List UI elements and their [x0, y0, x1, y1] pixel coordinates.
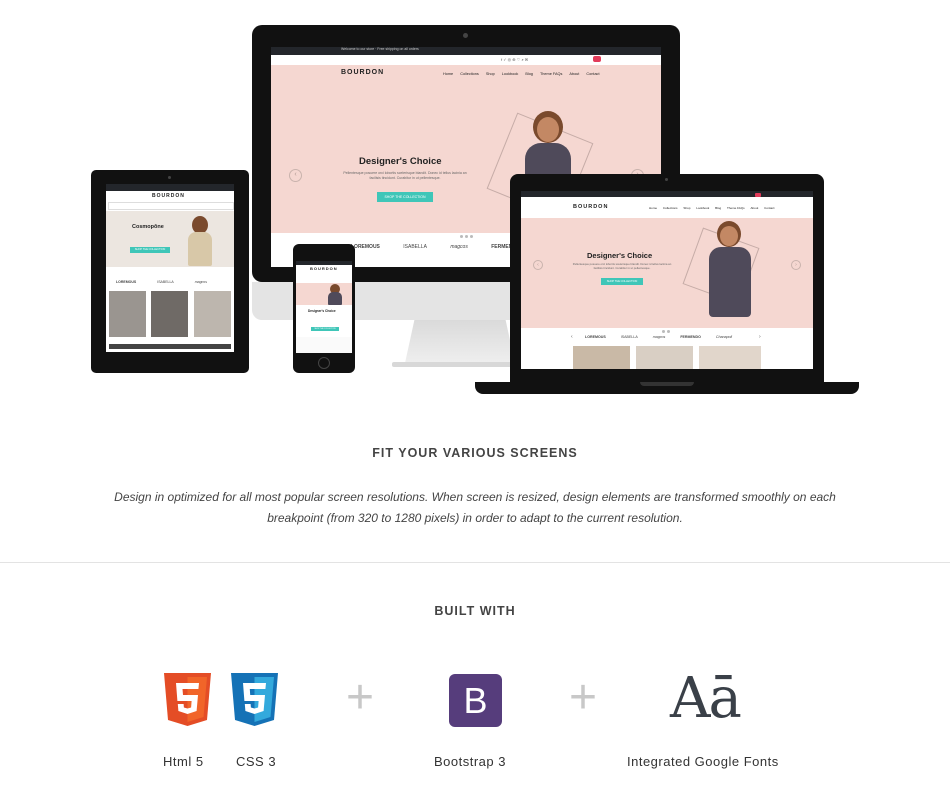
tablet-hero-title: Cosmopône — [132, 224, 164, 230]
tablet-screen: BOURDON Cosmopône SHOP THE COLLECTION LO… — [106, 184, 234, 352]
laptop-brand-next[interactable]: › — [759, 334, 761, 340]
phone-screen: BOURDON Designer's Choice SHOP THE COLLE… — [296, 261, 352, 353]
plus-icon: + — [346, 671, 375, 724]
brand-magcos: magcos — [450, 244, 468, 250]
laptop-nav: Home Collections Shop Lookbook Blog Them… — [649, 206, 775, 210]
bootstrap-label: Bootstrap 3 — [434, 754, 506, 769]
section-divider — [0, 562, 950, 563]
tablet-brand-strip: LOREMOUS ISABELLA magcos — [116, 280, 208, 284]
cart-icon — [593, 56, 601, 62]
nav-contact[interactable]: Contact — [586, 72, 599, 76]
laptop-screen: BOURDON Home Collections Shop Lookbook B… — [521, 191, 813, 369]
nav-blog[interactable]: Blog — [525, 72, 533, 76]
laptop-next-arrow[interactable]: › — [791, 260, 801, 270]
camera-dot — [463, 33, 468, 38]
laptop-hero — [521, 218, 813, 328]
fit-description: Design in optimized for all most popular… — [100, 487, 850, 528]
nav-home[interactable]: Home — [443, 72, 453, 76]
laptop-hero-button[interactable]: SHOP THE COLLECTION — [601, 278, 643, 285]
hero-title: Designer's Choice — [359, 156, 442, 167]
store-nav-desktop: Home Collections Shop Lookbook Blog Them… — [443, 72, 600, 76]
tablet-search-bar[interactable] — [108, 202, 234, 210]
laptop-product-row — [573, 346, 761, 369]
plus-icon-2: + — [569, 671, 598, 724]
fit-section-title: FIT YOUR VARIOUS SCREENS — [372, 446, 578, 460]
google-fonts-icon: Aā — [670, 666, 742, 731]
tablet-device: BOURDON Cosmopône SHOP THE COLLECTION LO… — [91, 170, 249, 373]
desktop-stand — [404, 320, 516, 364]
slider-dots — [459, 225, 474, 243]
google-fonts-label: Integrated Google Fonts — [627, 754, 779, 769]
tablet-logo: BOURDON — [152, 193, 185, 199]
tablet-product-grid — [109, 291, 231, 339]
laptop-prev-arrow[interactable]: ‹ — [533, 260, 543, 270]
laptop-camera — [665, 178, 668, 181]
tablet-hero-button[interactable]: SHOP THE COLLECTION — [130, 247, 170, 253]
html5-icon — [164, 673, 211, 726]
social-row: f ✓ ◎ ⊕ ♡ ⌕ ✉ — [501, 57, 529, 62]
phone-logo: BOURDON — [310, 266, 338, 271]
laptop-lid: BOURDON Home Collections Shop Lookbook B… — [510, 174, 824, 382]
laptop-hero-title: Designer's Choice — [587, 251, 653, 260]
tablet-camera — [168, 176, 171, 179]
store-logo-desktop: BOURDON — [341, 69, 385, 76]
phone-hero-title: Designer's Choice — [308, 309, 336, 313]
laptop-hero-text: Pellentesque posuere orci lobortis scele… — [572, 262, 672, 270]
css3-icon — [231, 673, 278, 726]
nav-faqs[interactable]: Theme FAQs — [540, 72, 562, 76]
laptop-cart-icon — [755, 193, 761, 197]
nav-lookbook[interactable]: Lookbook — [502, 72, 518, 76]
bootstrap-icon: B — [449, 674, 502, 727]
phone-hero-button[interactable]: SHOP THE COLLECTION — [311, 327, 339, 331]
laptop-notch — [640, 382, 694, 386]
brand-strip: LOREMOUS ISABELLA magcos FERMENDO — [351, 244, 520, 250]
fit-description-line-2: breakpoint (from 320 to 1280 pixels) in … — [267, 510, 683, 525]
html5-label: Html 5 — [163, 754, 204, 769]
css3-label: CSS 3 — [236, 754, 277, 769]
nav-shop[interactable]: Shop — [486, 72, 495, 76]
built-section-title: BUILT WITH — [434, 604, 516, 618]
brand-loremous: LOREMOUS — [351, 244, 380, 250]
hero-text: Pellentesque posuere orci lobortis scele… — [343, 171, 467, 180]
brand-isabella: ISABELLA — [403, 244, 427, 250]
store-topbar: Welcome to our store · Free shipping on … — [271, 47, 661, 55]
fit-description-line-1: Design in optimized for all most popular… — [114, 490, 836, 504]
laptop-brand-strip: LOREMOUS ISABELLA magcos FERMENDO Chanap… — [585, 335, 733, 339]
laptop-logo: BOURDON — [573, 204, 609, 210]
nav-collections[interactable]: Collections — [460, 72, 479, 76]
phone-device: BOURDON Designer's Choice SHOP THE COLLE… — [293, 244, 355, 373]
laptop-brand-prev[interactable]: ‹ — [571, 334, 573, 340]
slider-prev-arrow[interactable]: ‹ — [289, 169, 302, 182]
hero-shop-button[interactable]: SHOP THE COLLECTION — [377, 192, 433, 202]
nav-about[interactable]: About — [569, 72, 579, 76]
topbar-text: Welcome to our store · Free shipping on … — [341, 47, 419, 51]
phone-home-button — [318, 357, 330, 369]
